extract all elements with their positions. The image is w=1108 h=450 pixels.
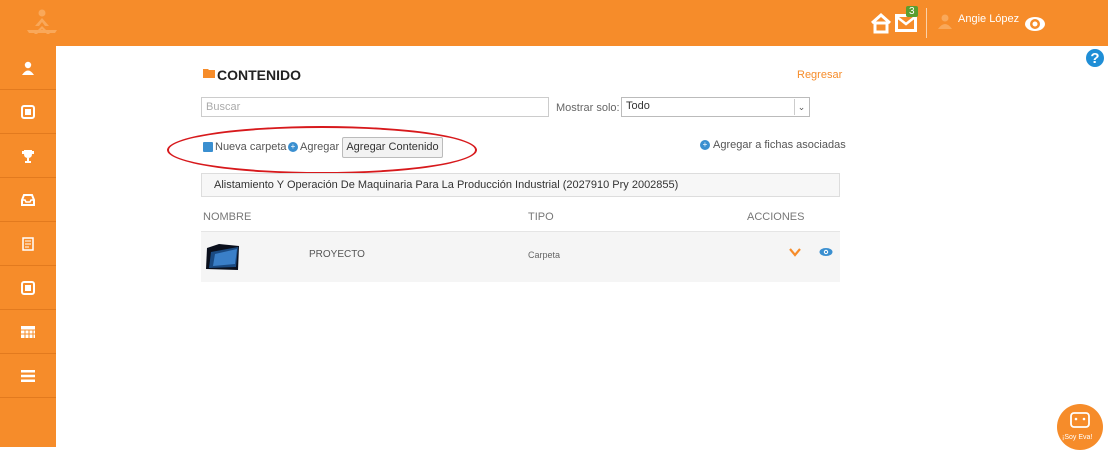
folder-icon [203,69,215,78]
row-type: Carpeta [528,250,561,260]
sidebar-item-documents[interactable] [0,222,56,266]
sidebar-item-card-2[interactable] [0,266,56,310]
id-card-icon [21,104,35,119]
filter-select[interactable]: Todo ⌄ [621,97,810,117]
visibility-icon[interactable] [1024,13,1046,35]
calendar-icon [21,325,35,338]
eva-label: ¡Soy Eva! [1062,434,1093,441]
table-row[interactable]: PROYECTO Carpeta [201,232,840,282]
eye-icon[interactable] [819,246,833,258]
sidebar [0,46,56,447]
page-title: CONTENIDO [217,67,301,83]
column-header-name: NOMBRE [203,211,252,223]
sidebar-item-profile[interactable] [0,46,56,90]
column-header-actions: ACCIONES [747,211,805,223]
chevron-down-icon[interactable] [789,246,801,258]
divider [926,8,927,38]
filter-value: Todo [626,100,650,112]
row-name[interactable]: PROYECTO [309,249,365,260]
sidebar-item-menu[interactable] [0,354,56,398]
folder-thumbnail [206,244,239,270]
back-link[interactable]: Regresar [797,69,842,81]
mail-count-badge: 3 [906,6,918,17]
sena-logo [27,9,57,34]
trophy-icon [22,149,34,163]
id-card-icon [21,280,35,295]
search-input[interactable]: Buscar [201,97,549,117]
annotation-ellipse [167,126,477,174]
filter-label: Mostrar solo: [556,102,620,114]
user-icon [22,61,34,75]
plus-circle-icon[interactable]: + [700,140,710,150]
eva-icon [1070,412,1090,428]
sidebar-item-inbox[interactable] [0,178,56,222]
sidebar-item-card[interactable] [0,90,56,134]
user-avatar-icon [938,14,952,29]
menu-icon [21,369,35,382]
eva-assistant-button[interactable] [1057,404,1103,450]
column-header-type: TIPO [528,211,554,223]
chevron-down-icon: ⌄ [794,99,808,115]
help-icon[interactable]: ? [1084,47,1106,69]
course-title: Alistamiento Y Operación De Maquinaria P… [201,173,840,197]
user-name[interactable]: Angie López [958,13,1019,25]
top-bar: 3 Angie López [0,0,1108,46]
document-icon [22,236,34,251]
sidebar-item-calendar[interactable] [0,310,56,354]
home-icon[interactable] [870,12,892,34]
add-associated-link[interactable]: Agregar a fichas asociadas [713,139,846,151]
inbox-icon [21,193,35,206]
sidebar-item-achievements[interactable] [0,134,56,178]
